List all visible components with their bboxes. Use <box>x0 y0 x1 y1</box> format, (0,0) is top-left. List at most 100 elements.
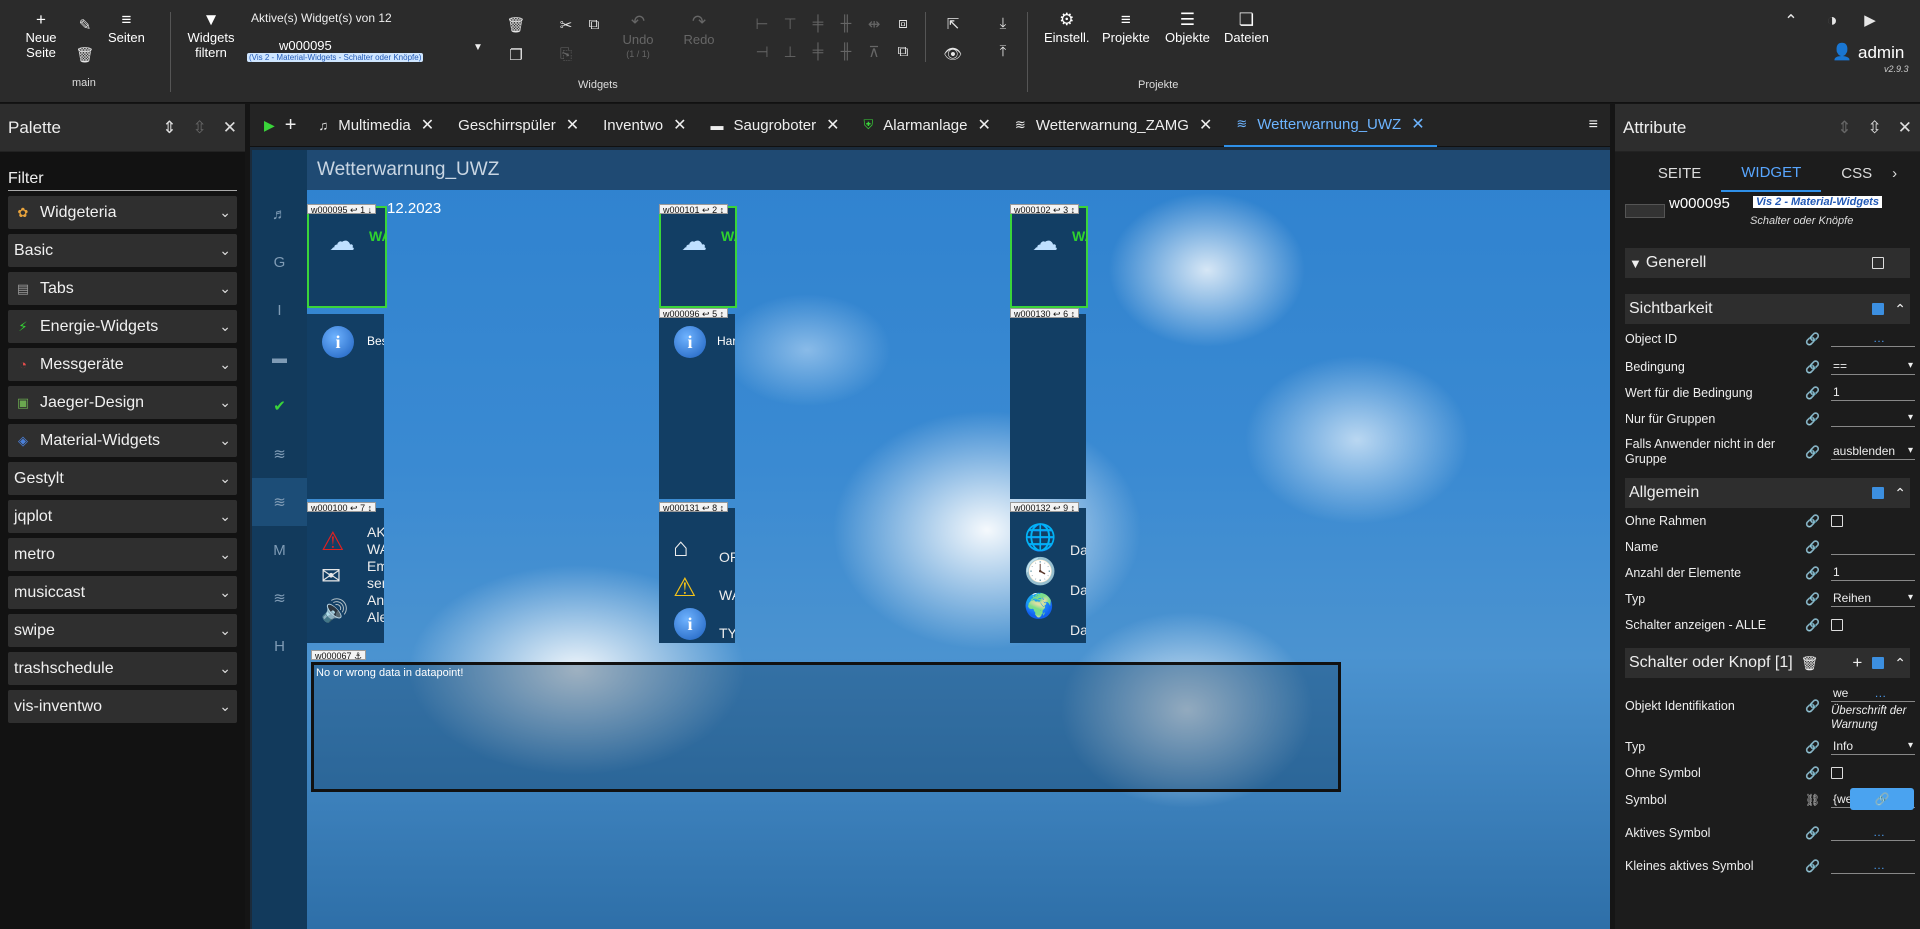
link-icon[interactable]: 🔗 <box>1805 740 1820 754</box>
copy-widget-icon[interactable]: ❐ <box>506 46 526 64</box>
link-icon[interactable]: 🔗 <box>1805 826 1820 840</box>
close-icon[interactable]: ✕ <box>1199 115 1212 135</box>
tab-page[interactable]: Geschirrspüler ✕ <box>446 104 591 147</box>
distribute-h-icon[interactable]: ⇹ <box>864 15 884 33</box>
theme-toggle-icon[interactable]: ◑ <box>1822 10 1842 31</box>
page-nav-item[interactable]: ♬ <box>252 190 307 238</box>
delete-icon[interactable]: 🗑 <box>1801 655 1819 672</box>
align-center-v-icon[interactable]: ╪ <box>808 15 828 32</box>
tab-page[interactable]: ≋ Wetterwarnung_ZAMG ✕ <box>1003 104 1224 147</box>
align-top-icon[interactable]: ⊤ <box>780 15 800 33</box>
tab-page[interactable]: ≋ Wetterwarnung_UWZ ✕ <box>1224 104 1437 147</box>
palette-item[interactable]: ◔ Messgeräte ⌄ <box>8 348 237 381</box>
palette-item[interactable]: jqplot ⌄ <box>8 500 237 533</box>
sichtbarkeit-checkbox[interactable] <box>1872 303 1885 315</box>
align-left-icon[interactable]: ⊢ <box>752 15 772 33</box>
generell-checkbox[interactable] <box>1872 257 1884 269</box>
paste-icon[interactable]: ⎘ <box>556 46 576 63</box>
link-icon[interactable]: 🔗 <box>1805 386 1820 400</box>
no-frame-checkbox[interactable] <box>1831 515 1843 527</box>
link-binding-button[interactable]: 🔗 <box>1850 788 1914 810</box>
expand-all-icon[interactable]: ⇕ <box>162 118 176 138</box>
close-icon[interactable]: ✕ <box>566 115 579 135</box>
object-ident-field[interactable]: we… <box>1831 686 1915 702</box>
settings-button[interactable]: ⚙ Einstell. <box>1044 10 1090 45</box>
link-icon[interactable]: 🔗 <box>1805 412 1820 426</box>
page-nav-item[interactable]: ≋ <box>252 430 307 478</box>
widget-w000096[interactable]: i Har <box>659 314 735 499</box>
section-generell[interactable]: ▼ Generell <box>1625 248 1910 278</box>
link-icon[interactable]: 🔗 <box>1805 766 1820 780</box>
page-nav-item[interactable]: ▬ <box>252 334 307 382</box>
widget-w000067[interactable]: No or wrong data in datapoint! <box>311 662 1341 792</box>
link-icon[interactable]: 🔗 <box>1805 592 1820 606</box>
link-icon[interactable]: 🔗 <box>1805 360 1820 374</box>
condition-value-input[interactable]: 1 <box>1831 385 1915 401</box>
files-button[interactable]: ❏ Dateien <box>1224 10 1269 45</box>
show-all-checkbox[interactable] <box>1831 619 1843 631</box>
same-width-icon[interactable]: ╫ <box>836 43 856 60</box>
widget-w000132[interactable]: 🌐 🕓 🌍 Da Da Da <box>1010 508 1086 643</box>
palette-item[interactable]: ◈ Material-Widgets ⌄ <box>8 424 237 457</box>
palette-item[interactable]: metro ⌄ <box>8 538 237 571</box>
widget-w000101[interactable]: ☁ WA <box>659 206 737 308</box>
tab-page[interactable]: Inventwo ✕ <box>591 104 698 147</box>
palette-item[interactable]: musiccast ⌄ <box>8 576 237 609</box>
widget-w000131[interactable]: ⌂ ⚠ i OR WA TYI <box>659 508 735 643</box>
collapse-all-icon[interactable]: ⇳ <box>1868 118 1882 138</box>
same-height-icon[interactable]: ⊼ <box>864 43 884 61</box>
widgets-filter-button[interactable]: ▼ Widgets filtern <box>184 10 238 60</box>
distribute-v-icon[interactable]: ╪ <box>808 43 828 60</box>
tab-page[interactable]: ⛨ Alarmanlage ✕ <box>852 104 1003 147</box>
close-icon[interactable]: ✕ <box>673 115 686 135</box>
active-symbol-field[interactable]: … <box>1831 825 1915 841</box>
no-symbol-checkbox[interactable] <box>1831 767 1843 779</box>
page-nav-item[interactable]: ≋ <box>252 478 307 526</box>
palette-filter-input[interactable]: Filter <box>8 170 237 191</box>
chevron-up-icon[interactable]: ⌃ <box>1894 485 1906 502</box>
chevron-up-icon[interactable]: ⌃ <box>1894 655 1906 672</box>
tab-css[interactable]: CSS <box>1821 154 1892 192</box>
page-nav-item[interactable]: I <box>252 286 307 334</box>
add-page-icon[interactable]: + <box>285 114 297 137</box>
collapse-all-icon[interactable]: ⇳ <box>193 118 207 138</box>
user-name[interactable]: admin <box>1858 43 1904 63</box>
run-icon[interactable]: ▶ <box>264 117 275 134</box>
page-nav-item[interactable]: ✔ <box>252 382 307 430</box>
allgemein-checkbox[interactable] <box>1872 487 1885 499</box>
link-icon[interactable]: 🔗 <box>1805 699 1820 713</box>
link-icon[interactable]: 🔗 <box>1805 540 1820 554</box>
cut-icon[interactable]: ✂ <box>556 16 576 34</box>
section-schalter[interactable]: Schalter oder Knopf [1] 🗑 + ⌃ <box>1625 648 1910 678</box>
tabs-menu-icon[interactable]: ≡ <box>1589 116 1598 134</box>
palette-item[interactable]: ▣ Jaeger-Design ⌄ <box>8 386 237 419</box>
expand-all-icon[interactable]: ⇕ <box>1837 118 1851 138</box>
widget-w000130[interactable] <box>1010 314 1086 499</box>
link-icon[interactable]: 🔗 <box>1805 618 1820 632</box>
groups-select[interactable] <box>1831 411 1915 427</box>
palette-item[interactable]: vis-inventwo ⌄ <box>8 690 237 723</box>
new-page-button[interactable]: + Neue Seite <box>22 10 60 60</box>
undo-button[interactable]: ↶ Undo (1 / 1) <box>620 12 656 62</box>
chevron-up-icon[interactable]: ⌃ <box>1894 301 1906 318</box>
name-input[interactable] <box>1831 539 1915 555</box>
redo-button[interactable]: ↷ Redo <box>681 12 717 47</box>
export-icon[interactable]: ⤒ <box>993 43 1013 60</box>
close-icon[interactable]: ✕ <box>421 115 434 135</box>
palette-item[interactable]: ⚡ Energie-Widgets ⌄ <box>8 310 237 343</box>
projects-button[interactable]: ≡ Projekte <box>1102 10 1150 45</box>
object-id-field[interactable]: … <box>1831 331 1915 347</box>
palette-item[interactable]: ▤ Tabs ⌄ <box>8 272 237 305</box>
tab-widget[interactable]: WIDGET <box>1721 154 1822 192</box>
link-icon[interactable]: 🔗 <box>1805 332 1820 346</box>
add-icon[interactable]: + <box>1852 653 1862 673</box>
page-nav-item[interactable]: H <box>252 622 307 670</box>
link-icon[interactable]: 🔗 <box>1805 514 1820 528</box>
eye-icon[interactable]: 👁 <box>943 45 963 63</box>
align-bottom-icon[interactable]: ⊥ <box>780 43 800 61</box>
widget-w000100[interactable]: ⚠ ✉ 🔊 AKWAEmserAnAle <box>307 508 384 643</box>
widget-w000102[interactable]: ☁ WA <box>1010 206 1088 308</box>
tab-page[interactable]: SEITE <box>1638 154 1721 192</box>
info-widget[interactable]: i Bes <box>307 314 384 499</box>
not-in-group-select[interactable]: ausblenden <box>1831 444 1915 460</box>
